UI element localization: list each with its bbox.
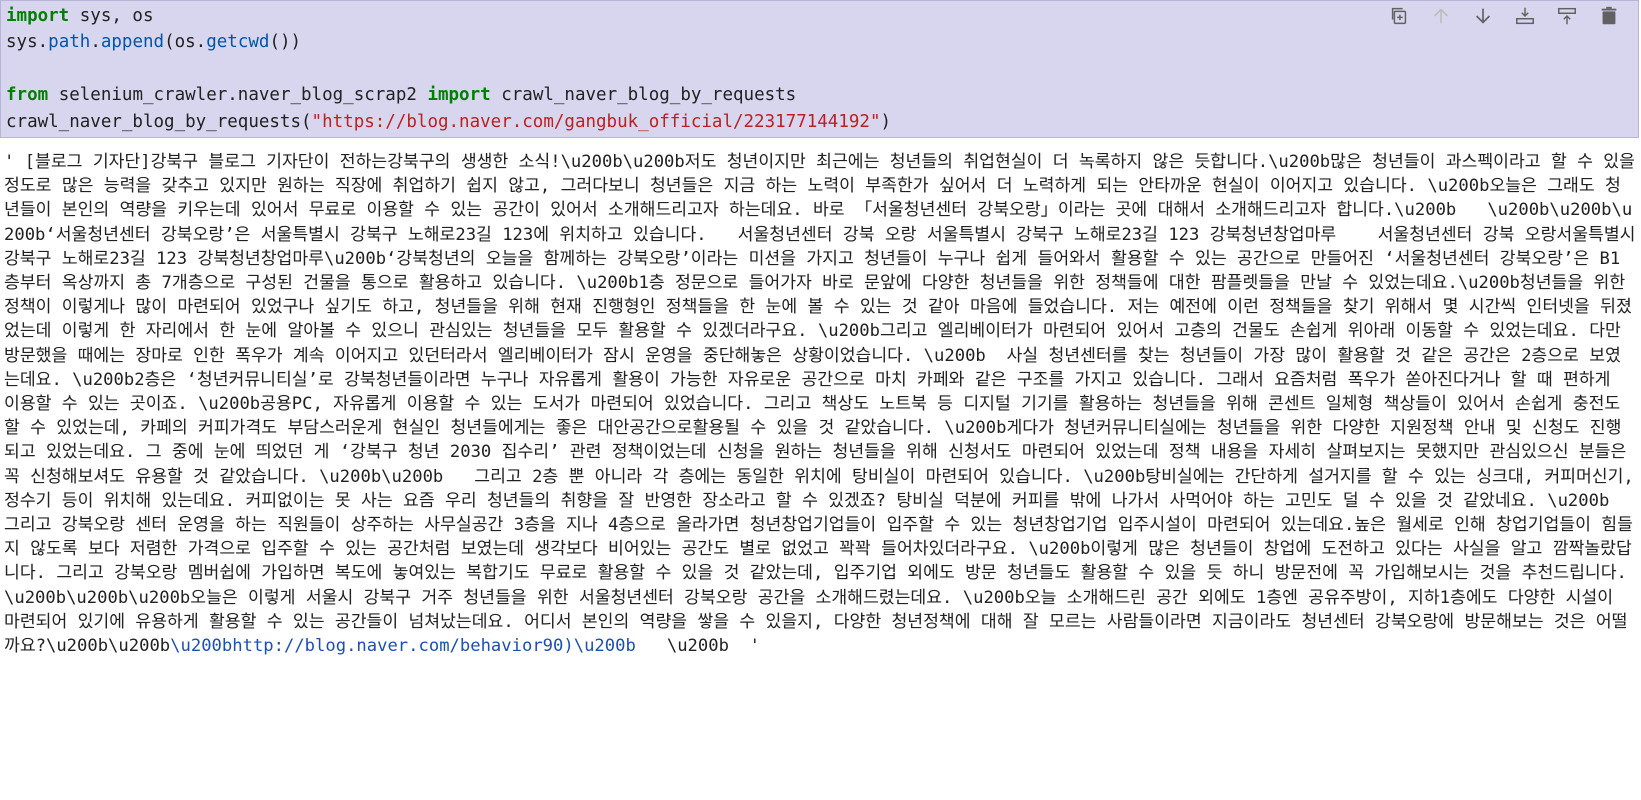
code-input-area[interactable]: import sys, os sys.path.append(os.getcwd… [0, 0, 1639, 138]
output-text: ' [블로그 기자단]강북구 블로그 기자단이 전하는강북구의 생생한 소식!\… [4, 152, 1636, 657]
insert-above-button[interactable] [1504, 3, 1546, 29]
copy-icon [1391, 7, 1407, 25]
insert-below-icon [1558, 7, 1576, 25]
code-text: . [90, 32, 101, 53]
code-string: "https://blog.naver.com/gangbuk_official… [311, 111, 881, 132]
arrow-down-icon [1475, 8, 1491, 24]
trash-icon [1601, 6, 1617, 25]
notebook-cell[interactable]: import sys, os sys.path.append(os.getcwd… [0, 0, 1641, 800]
output-link-text: \u200bhttp://blog.naver.com/behavior90)\… [170, 636, 636, 657]
code-editor[interactable]: import sys, os sys.path.append(os.getcwd… [6, 3, 891, 135]
code-call: crawl_naver_blog_by_requests( [6, 111, 312, 132]
move-down-button[interactable] [1462, 3, 1504, 29]
code-text: ()) [269, 32, 302, 53]
keyword-from: from [6, 85, 49, 106]
code-attr: path [48, 32, 91, 53]
duplicate-cell-button[interactable] [1378, 3, 1420, 29]
arrow-up-icon [1433, 8, 1449, 24]
insert-below-button[interactable] [1546, 3, 1588, 29]
code-text: sys. [6, 32, 49, 53]
keyword-import: import [6, 6, 70, 26]
keyword-import: import [427, 85, 491, 106]
code-text: sys, os [69, 6, 154, 26]
code-attr: append [100, 32, 165, 53]
code-func: crawl_naver_blog_by_requests [490, 85, 797, 106]
cell-output: ' [블로그 기자단]강북구 블로그 기자단이 전하는강북구의 생생한 소식!\… [4, 150, 1636, 658]
output-end-text: \u200b ' [635, 636, 760, 657]
delete-cell-button[interactable] [1588, 3, 1630, 29]
code-text: ) [880, 111, 892, 132]
insert-above-icon [1516, 7, 1534, 25]
code-module: selenium_crawler.naver_blog_scrap2 [48, 85, 428, 106]
code-attr: getcwd [206, 32, 270, 53]
cell-toolbar [1378, 3, 1630, 29]
move-up-button[interactable] [1420, 3, 1462, 29]
code-text: (os. [164, 32, 207, 53]
